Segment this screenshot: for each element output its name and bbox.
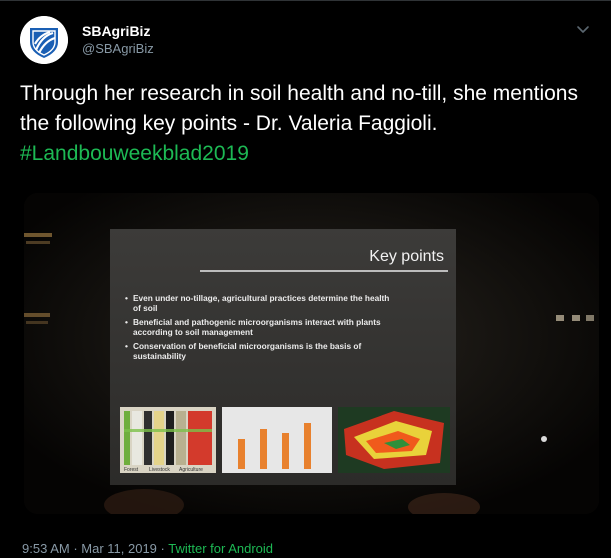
presentation-photo: Key points • Even under no-tillage, agri… [24,193,599,514]
slide-figure-bars [222,407,332,473]
hashtag-link[interactable]: #Landbouweekblad2019 [20,142,249,165]
slide-bullet-3-line-2: sustainability [133,351,186,361]
slide-bullet-2-line-2: according to soil management [133,327,253,337]
figure-label-livestock: Livestock [149,467,170,473]
svg-text:•: • [125,341,128,351]
tweet-photo[interactable]: Key points • Even under no-tillage, agri… [24,193,599,514]
slide-bullet-3-line-1: Conservation of beneficial microorganism… [133,341,361,351]
svg-text:•: • [125,317,128,327]
svg-text:•: • [125,293,128,303]
meta-separator: · [156,541,169,556]
tweet-text: Through her research in soil health and … [20,79,595,169]
figure-label-agriculture: Agriculture [179,467,203,473]
tweet-meta: 9:53 AM · Mar 11, 2019 · Twitter for And… [22,541,273,556]
tweet-time[interactable]: 9:53 AM [22,541,70,556]
figure-label-forest: Forest [124,467,139,473]
tweet-date[interactable]: Mar 11, 2019 [81,541,157,556]
slide-bullet-1-line-2: of soil [133,303,157,313]
slide-bullet-1-line-1: Even under no-tillage, agricultural prac… [133,293,389,303]
standard-bank-logo-icon [20,16,68,64]
meta-separator: · [69,541,82,556]
tweet-body: Through her research in soil health and … [20,82,578,135]
display-name[interactable]: SBAgriBiz [82,23,150,39]
tweet: SBAgriBiz @SBAgriBiz Through her researc… [0,0,611,558]
slide: Key points • Even under no-tillage, agri… [110,229,456,485]
slide-title: Key points [369,248,444,265]
slide-figure-field-map [338,407,450,473]
slide-figure-soil-profiles: Forest Livestock Agriculture [120,407,216,473]
slide-bullet-2-line-1: Beneficial and pathogenic microorganisms… [133,317,381,327]
tweet-source-link[interactable]: Twitter for Android [168,541,273,556]
chevron-down-icon[interactable] [573,19,593,39]
user-handle[interactable]: @SBAgriBiz [82,41,154,56]
avatar[interactable] [20,16,68,64]
